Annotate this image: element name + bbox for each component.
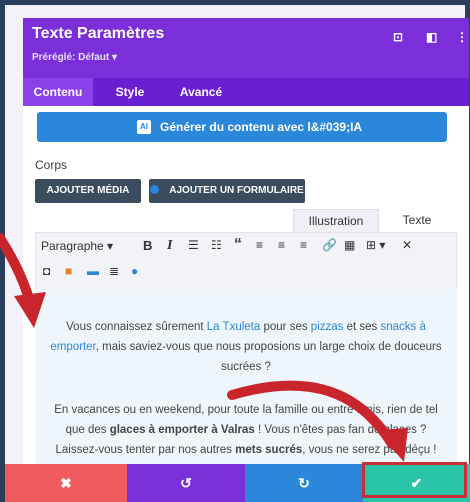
format-select[interactable]: Paragraphe ▾ bbox=[41, 239, 113, 253]
add-form-button[interactable]: AJOUTER UN FORMULAIRE bbox=[149, 179, 305, 203]
modal-header: Texte Paramètres Préréglé: Défaut ▾ ⊡ ◧ … bbox=[23, 18, 469, 78]
blockquote-icon[interactable]: “ bbox=[234, 236, 242, 254]
add-media-button[interactable]: AJOUTER MÉDIA bbox=[35, 179, 141, 203]
content-panel: AI Générer du contenu avec l&#039;IA Cor… bbox=[23, 106, 469, 464]
paragraph-1: Vous connaissez sûrement La Txuleta pour… bbox=[50, 321, 442, 373]
undo-button[interactable]: ↺ bbox=[127, 464, 245, 502]
align-left-icon[interactable]: ≡ bbox=[256, 238, 263, 252]
keyboard-icon[interactable]: ▦ bbox=[344, 238, 355, 252]
format-select-label: Paragraphe bbox=[41, 239, 104, 253]
color-palette-icon[interactable]: ■ bbox=[65, 264, 72, 278]
modal-title: Texte Paramètres bbox=[32, 25, 165, 42]
editor-toolbar: Paragraphe ▾ B I ☰ ☷ “ ≡ ≡ ≡ 🔗 ▦ ⊞ ▾ ✕ ◘… bbox=[35, 232, 457, 290]
generate-ai-button[interactable]: AI Générer du contenu avec l&#039;IA bbox=[37, 112, 447, 142]
fullscreen-icon[interactable]: ✕ bbox=[402, 238, 412, 252]
justify-icon[interactable]: ≣ bbox=[109, 264, 119, 278]
editor-content[interactable]: Vous connaissez sûrement La Txuleta pour… bbox=[35, 289, 457, 464]
tab-contenu[interactable]: Contenu bbox=[23, 78, 93, 106]
more-vert-icon[interactable]: ⋮ bbox=[456, 30, 468, 44]
section-label: Corps bbox=[35, 158, 68, 172]
settings-tabs: Contenu Style Avancé bbox=[23, 78, 469, 106]
tab-avance[interactable]: Avancé bbox=[173, 78, 229, 106]
ai-icon: AI bbox=[137, 120, 151, 134]
toolbar-toggle-icon[interactable]: ◘ bbox=[43, 264, 50, 278]
italic-icon[interactable]: I bbox=[167, 238, 172, 254]
save-highlight bbox=[362, 462, 467, 498]
redo-button[interactable]: ↻ bbox=[245, 464, 363, 502]
bold-icon[interactable]: B bbox=[143, 238, 152, 253]
paragraph-2: En vacances ou en weekend, pour toute la… bbox=[54, 404, 438, 456]
focus-icon[interactable]: ⊡ bbox=[393, 30, 403, 44]
table-icon[interactable]: ⊞ ▾ bbox=[366, 238, 385, 252]
split-view-icon[interactable]: ◧ bbox=[426, 30, 437, 44]
align-center-icon[interactable]: ≡ bbox=[278, 238, 285, 252]
strip-icon[interactable]: ▬ bbox=[87, 264, 99, 278]
generate-ai-label: Générer du contenu avec l&#039;IA bbox=[160, 120, 363, 134]
bullet-list-icon[interactable]: ☰ bbox=[188, 238, 199, 252]
form-icon bbox=[150, 185, 160, 194]
user-icon[interactable]: ● bbox=[131, 264, 138, 278]
link-la-txuleta[interactable]: La Txuleta bbox=[207, 321, 261, 333]
tab-illustration[interactable]: Illustration bbox=[293, 209, 379, 233]
add-form-label: AJOUTER UN FORMULAIRE bbox=[169, 185, 304, 196]
link-pizzas[interactable]: pizzas bbox=[311, 321, 344, 333]
tab-texte[interactable]: Texte bbox=[387, 209, 447, 232]
preset-selector[interactable]: Préréglé: Défaut ▾ bbox=[32, 52, 117, 63]
link-icon[interactable]: 🔗 bbox=[322, 238, 337, 252]
align-right-icon[interactable]: ≡ bbox=[300, 238, 307, 252]
tab-style[interactable]: Style bbox=[105, 78, 155, 106]
cancel-button[interactable]: ✖ bbox=[5, 464, 127, 502]
numbered-list-icon[interactable]: ☷ bbox=[211, 238, 222, 252]
